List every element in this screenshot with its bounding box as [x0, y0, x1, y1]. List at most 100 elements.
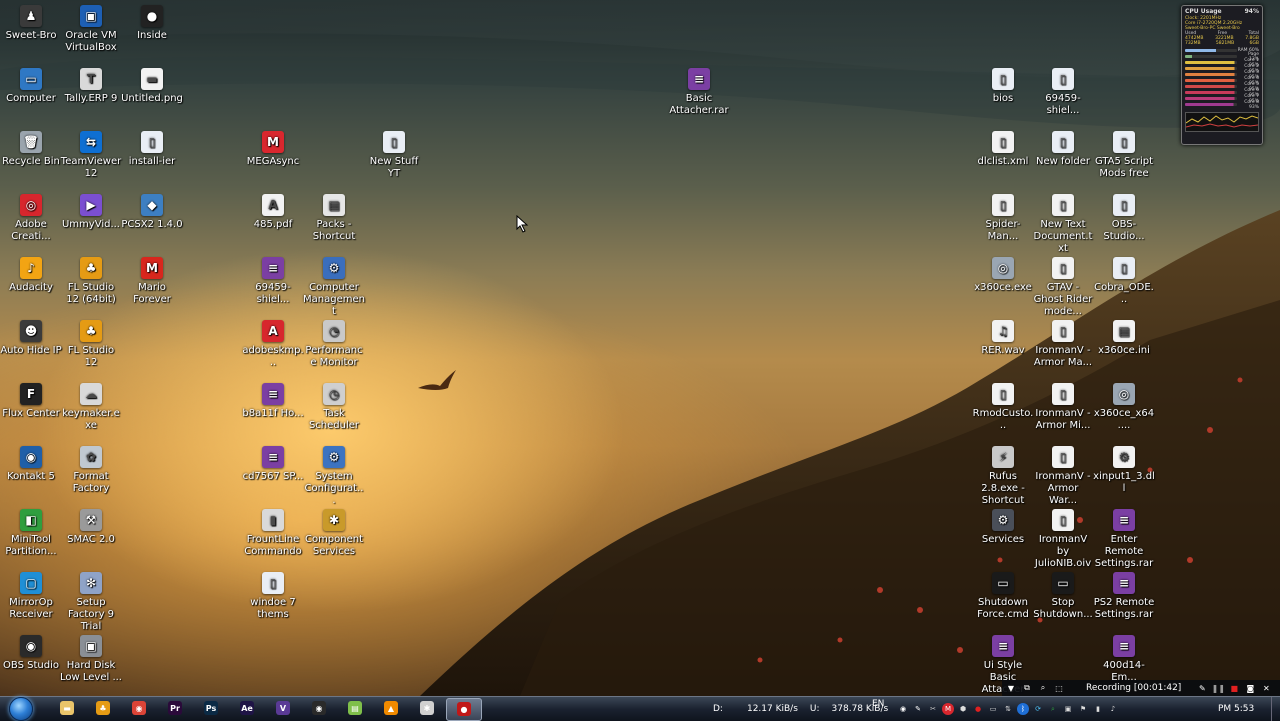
- desktop-icon[interactable]: ✻ Setup Factory 9 Trial: [60, 572, 122, 633]
- desktop-icon[interactable]: ▣ Oracle VM VirtualBox: [60, 5, 122, 54]
- close-icon[interactable]: ✕: [1261, 683, 1271, 693]
- windows-start-icon[interactable]: [9, 697, 33, 721]
- tool-tray-icon[interactable]: ✂: [927, 703, 939, 715]
- desktop-icon[interactable]: ▯ New Stuff YT: [363, 131, 425, 180]
- pencil-icon[interactable]: ✎: [1197, 683, 1207, 693]
- search-tray-icon[interactable]: ⌕: [1047, 703, 1059, 715]
- desktop-icon[interactable]: ◉ Kontakt 5: [0, 446, 62, 483]
- taskbar-app-fl-studio[interactable]: ♣: [86, 698, 120, 719]
- desktop-icon[interactable]: ◷ Task Scheduler: [303, 383, 365, 432]
- desktop-icon[interactable]: ▬ Untitled.png: [121, 68, 183, 105]
- camera-icon[interactable]: ◙: [1245, 683, 1255, 693]
- desktop-icon[interactable]: ⚒ SMAC 2.0: [60, 509, 122, 546]
- desktop-icon[interactable]: ◆ PCSX2 1.4.0: [121, 194, 183, 231]
- desktop-icon[interactable]: ♪ Audacity: [0, 257, 62, 294]
- desktop-icon[interactable]: ▢ MirrorOp Receiver: [0, 572, 62, 621]
- desktop-icon[interactable]: ▯ IronmanV - Armor Ma...: [1032, 320, 1094, 369]
- desktop-icon[interactable]: Aadobeskmp...: [242, 320, 304, 369]
- desktop-icon[interactable]: ◧ MiniTool Partition...: [0, 509, 62, 558]
- signal-tray-icon[interactable]: ▮: [1092, 703, 1104, 715]
- desktop-icon[interactable]: ♟ Sweet-Bro: [0, 5, 62, 42]
- taskbar-app-tool[interactable]: ✱: [410, 698, 444, 719]
- desktop-icon[interactable]: ▤ x360ce.ini: [1093, 320, 1155, 357]
- desktop-icon[interactable]: ♣ FL Studio 12 (64bit): [60, 257, 122, 306]
- desktop-icon[interactable]: ✱ Component Services: [303, 509, 365, 558]
- desktop-icon[interactable]: ▯ windoe 7 thems: [242, 572, 304, 621]
- desktop-icon[interactable]: ▯ IronmanV by JulioNIB.oiv: [1032, 509, 1094, 570]
- region-icon[interactable]: ⬚: [1054, 683, 1064, 693]
- network-tray-icon[interactable]: ⇅: [1002, 703, 1014, 715]
- desktop-icon[interactable]: ◎ Adobe Creati...: [0, 194, 62, 243]
- desktop-icon[interactable]: ≡ cd7567 SP...: [242, 446, 304, 483]
- recording-toolbar[interactable]: ▼ ⧉ ⌕ ⬚ Recording [00:01:42] ✎ ❚❚ ■ ◙ ✕: [1002, 680, 1280, 696]
- desktop-icon[interactable]: ⇆ TeamViewer 12: [60, 131, 122, 180]
- desktop-icon[interactable]: ⚙ System Configurat...: [303, 446, 365, 507]
- desktop-icon[interactable]: ⚙ xinput1_3.dll: [1093, 446, 1155, 495]
- desktop-icon[interactable]: ◎ x360ce_x64....: [1093, 383, 1155, 432]
- desktop-icon[interactable]: ◎ x360ce.exe: [972, 257, 1034, 294]
- desktop-icon[interactable]: ≡ 69459-shiel...: [242, 257, 304, 306]
- desktop-icon[interactable]: ▯ bios: [972, 68, 1034, 105]
- desktop-icon[interactable]: ▣ Hard Disk Low Level ...: [60, 635, 122, 684]
- desktop-icon[interactable]: ≡ Basic Attacher.rar: [668, 68, 730, 117]
- desktop-icon[interactable]: ▯ OBS-Studio...: [1093, 194, 1155, 243]
- desktop-icon[interactable]: ▮ FrountLine Commando: [242, 509, 304, 558]
- taskbar-app-visual-studio[interactable]: V: [266, 698, 300, 719]
- stop-icon[interactable]: ■: [1229, 683, 1239, 693]
- desktop-icon[interactable]: ⚙ Computer Management: [303, 257, 365, 318]
- desktop-icon[interactable]: ▭ Shutdown Force.cmd: [972, 572, 1034, 621]
- mega-tray-icon[interactable]: M: [942, 703, 954, 715]
- desktop-icon[interactable]: ☻ Auto Hide IP: [0, 320, 62, 357]
- taskbar-app-premiere[interactable]: Pr: [158, 698, 192, 719]
- language-indicator[interactable]: EN: [872, 699, 884, 709]
- desktop-icon[interactable]: ✿ Format Factory: [60, 446, 122, 495]
- dropdown-icon[interactable]: ▼: [1006, 683, 1016, 693]
- desktop-icon[interactable]: ▯ Spider-Man...: [972, 194, 1034, 243]
- monitor-tray-icon[interactable]: ▭: [987, 703, 999, 715]
- desktop-icon[interactable]: ▯ install-ier: [121, 131, 183, 168]
- desktop-icon[interactable]: ▯ New Text Document.txt: [1032, 194, 1094, 255]
- desktop-icon[interactable]: 🗑 Recycle Bin: [0, 131, 62, 168]
- bluetooth-tray-icon[interactable]: ᛒ: [1017, 703, 1029, 715]
- taskbar-app-explorer[interactable]: ▬: [50, 698, 84, 719]
- desktop-icon[interactable]: ≡ PS2 Remote Settings.rar: [1093, 572, 1155, 621]
- desktop-icon[interactable]: ◔ Performance Monitor: [303, 320, 365, 369]
- pen-tray-icon[interactable]: ✎: [912, 703, 924, 715]
- desktop-icon[interactable]: ▯ Cobra_ODE...: [1093, 257, 1155, 306]
- taskbar-app-after-effects[interactable]: Ae: [230, 698, 264, 719]
- desktop-icon[interactable]: M Mario Forever: [121, 257, 183, 306]
- window-icon[interactable]: ⧉: [1022, 683, 1032, 693]
- desktop-icon[interactable]: ☁ keymaker.exe: [60, 383, 122, 432]
- taskbar-app-recorder[interactable]: ●: [446, 697, 482, 721]
- desktop-icon[interactable]: ▯ GTA5 Script Mods free: [1093, 131, 1155, 180]
- desktop-icon[interactable]: ● Inside: [121, 5, 183, 42]
- desktop-icon[interactable]: T Tally.ERP 9: [60, 68, 122, 105]
- desktop-icon[interactable]: ▭ Stop Shutdown...: [1032, 572, 1094, 621]
- desktop-icon[interactable]: ▯ IronmanV - Armor War...: [1032, 446, 1094, 507]
- record-tray-icon[interactable]: ●: [972, 703, 984, 715]
- desktop-icon[interactable]: A 485.pdf: [242, 194, 304, 231]
- desktop-icon[interactable]: ≡ Enter Remote Settings.rar: [1093, 509, 1155, 570]
- desktop-icon[interactable]: ♫ RER.wav: [972, 320, 1034, 357]
- desktop-icon[interactable]: ⚙ Services: [972, 509, 1034, 546]
- start-button[interactable]: [6, 697, 36, 721]
- desktop-icon[interactable]: F Flux Center: [0, 383, 62, 420]
- taskbar-app-vlc[interactable]: ▲: [374, 698, 408, 719]
- flag-tray-icon[interactable]: ⚑: [1077, 703, 1089, 715]
- desktop-icon[interactable]: ▯ GTAV - Ghost Rider mode...: [1032, 257, 1094, 318]
- clock[interactable]: PM 5:53: [1218, 697, 1254, 721]
- desktop-icon[interactable]: ▯ IronmanV - Armor Mi...: [1032, 383, 1094, 432]
- desktop-icon[interactable]: ▶ UmmyVid...: [60, 194, 122, 231]
- volume-tray-icon[interactable]: ♪: [1107, 703, 1119, 715]
- desktop-icon[interactable]: M MEGAsync: [242, 131, 304, 168]
- taskbar-app-photoshop[interactable]: Ps: [194, 698, 228, 719]
- desktop-icon[interactable]: ≡ b8a11f Ho...: [242, 383, 304, 420]
- taskbar-app-notepad[interactable]: ▤: [338, 698, 372, 719]
- taskbar-app-obs[interactable]: ◉: [302, 698, 336, 719]
- desktop-icon[interactable]: ▯ RmodCusto...: [972, 383, 1034, 432]
- desktop-icon[interactable]: ▯ dlclist.xml: [972, 131, 1034, 168]
- desktop-icon[interactable]: ≡ 400d14-Em...: [1093, 635, 1155, 684]
- zoom-icon[interactable]: ⌕: [1038, 683, 1048, 693]
- desktop-icon[interactable]: ♣ FL Studio 12: [60, 320, 122, 369]
- desktop-icon[interactable]: ▯ 69459-shiel...: [1032, 68, 1094, 117]
